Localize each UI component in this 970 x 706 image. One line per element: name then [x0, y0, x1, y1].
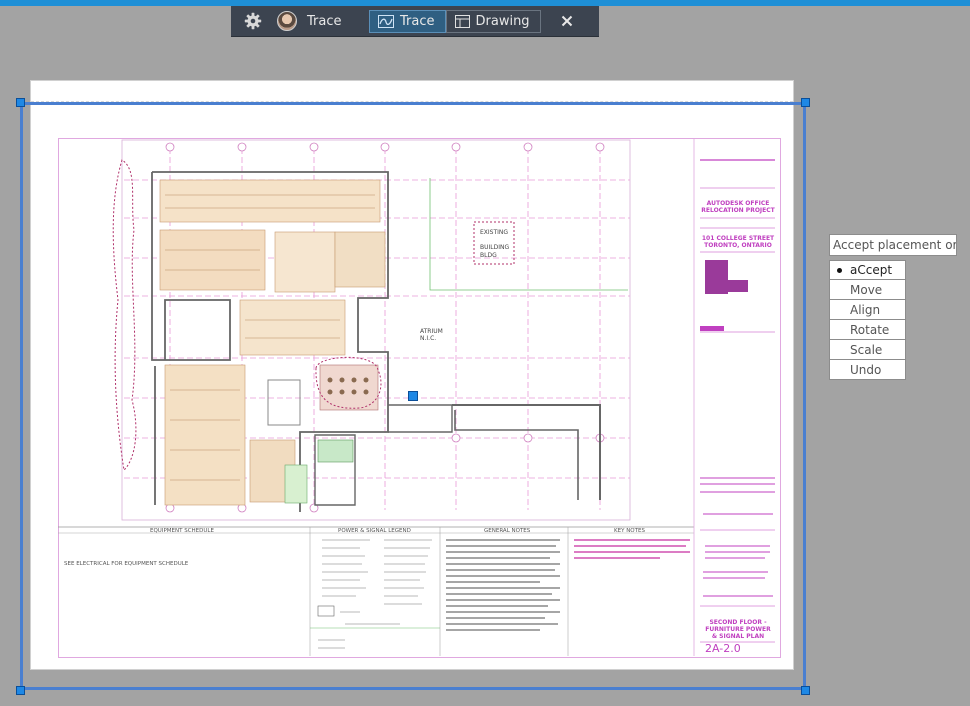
atrium-label: ATRIUM — [420, 328, 443, 335]
option-scale[interactable]: Scale — [829, 340, 906, 360]
option-accept-label: aCcept — [850, 263, 893, 277]
placement-options-menu: aCcept Move Align Rotate Scale Undo — [829, 260, 906, 380]
resize-handle-bottom-right[interactable] — [801, 686, 810, 695]
atrium-nic: N.I.C. — [420, 335, 436, 342]
sheet-number: 2A-2.0 — [705, 642, 741, 655]
address-line-2: TORONTO, ONTARIO — [704, 242, 772, 249]
resize-handle-top-right[interactable] — [801, 98, 810, 107]
sheet-title-line-3: & SIGNAL PLAN — [712, 633, 764, 640]
option-rotate-label: Rotate — [850, 322, 890, 337]
project-name-line-2: RELOCATION PROJECT — [701, 207, 775, 214]
existing-building-line-1: EXISTING — [480, 229, 508, 236]
option-accept[interactable]: aCcept — [829, 260, 906, 280]
equipment-schedule-title: EQUIPMENT SCHEDULE — [150, 528, 214, 534]
move-handle-center[interactable] — [408, 391, 418, 401]
power-signal-legend-title: POWER & SIGNAL LEGEND — [338, 528, 411, 534]
option-scale-label: Scale — [850, 342, 883, 357]
equipment-schedule-note: SEE ELECTRICAL FOR EQUIPMENT SCHEDULE — [64, 561, 189, 567]
existing-building-line-2: BUILDING — [480, 244, 509, 251]
general-notes-title: GENERAL NOTES — [484, 528, 531, 534]
resize-handle-top-left[interactable] — [16, 98, 25, 107]
selected-dot-icon — [837, 268, 842, 273]
title-block: AUTODESK OFFICE RELOCATION PROJECT 101 C… — [700, 159, 776, 655]
option-align[interactable]: Align — [829, 300, 906, 320]
existing-building-line-3: BLDG — [480, 252, 497, 259]
option-undo-label: Undo — [850, 362, 882, 377]
sheet-title-line-2: FURNITURE POWER — [705, 626, 771, 633]
command-prompt: Accept placement or — [829, 234, 957, 256]
option-rotate[interactable]: Rotate — [829, 320, 906, 340]
option-move-label: Move — [850, 282, 883, 297]
option-move[interactable]: Move — [829, 280, 906, 300]
option-align-label: Align — [850, 302, 881, 317]
sheet-title-line-1: SECOND FLOOR - — [709, 619, 767, 626]
project-name-line-1: AUTODESK OFFICE — [707, 200, 770, 207]
key-notes-title: KEY NOTES — [614, 528, 645, 534]
address-line-1: 101 COLLEGE STREET — [702, 235, 775, 242]
resize-handle-bottom-left[interactable] — [16, 686, 25, 695]
key-plan — [705, 260, 748, 294]
floor-plan-drawing: EXISTING BUILDING BLDG ATRIUM N.I.C. EQU… — [58, 138, 776, 656]
furniture — [159, 179, 386, 506]
option-undo[interactable]: Undo — [829, 360, 906, 380]
